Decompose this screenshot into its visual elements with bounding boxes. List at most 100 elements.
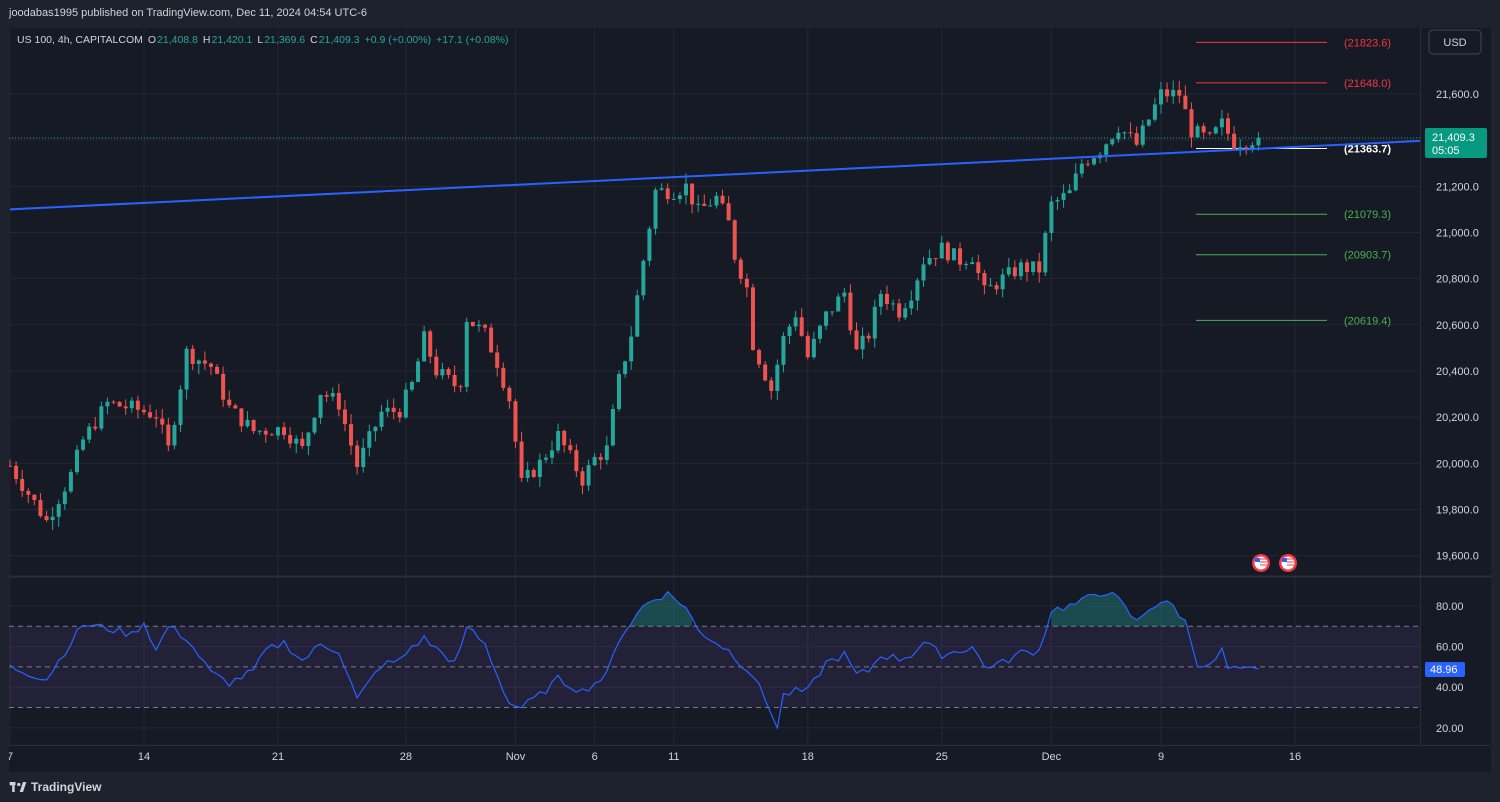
candle-body xyxy=(440,369,445,376)
candle-body xyxy=(897,303,902,318)
candle-body xyxy=(99,406,104,429)
publish-header: joodabas1995 published on TradingView.co… xyxy=(0,0,1500,28)
price-level-label: (20903.7) xyxy=(1344,250,1391,262)
rsi-tick-label: 60.00 xyxy=(1436,642,1464,654)
candle-body xyxy=(1092,158,1097,165)
candle-body xyxy=(811,338,816,358)
candle-body xyxy=(568,445,573,451)
candle-body xyxy=(958,248,963,265)
candle-body xyxy=(178,389,183,425)
candle-body xyxy=(1152,104,1157,120)
candle-body xyxy=(519,441,524,478)
rsi-tick-label: 80.00 xyxy=(1436,601,1464,613)
candle-body xyxy=(562,430,567,446)
y-tick-label: 20,800.0 xyxy=(1436,274,1479,286)
rsi-tick-label: 20.00 xyxy=(1436,723,1464,735)
candle-body xyxy=(775,364,780,391)
chart-canvas[interactable]: (21823.6) (21648.0) (21363.7) (21079.3) (209… xyxy=(7,28,1491,772)
candle-body xyxy=(964,264,969,266)
candle-body xyxy=(452,374,457,387)
candle-body xyxy=(269,434,274,436)
candle-body xyxy=(148,412,153,418)
candle-body xyxy=(763,364,768,381)
last-price-value: 21,409.3 xyxy=(1432,132,1475,144)
candle-body xyxy=(939,242,944,259)
candle-body xyxy=(1207,132,1212,134)
x-tick-label: 16 xyxy=(1289,751,1301,763)
candle-body xyxy=(355,445,360,468)
candle-body xyxy=(750,287,755,350)
candle-body xyxy=(927,258,932,265)
x-tick-label: 9 xyxy=(1158,751,1164,763)
candle-body xyxy=(945,242,950,261)
candle-body xyxy=(306,432,311,447)
candle-body xyxy=(1037,261,1042,273)
candle-body xyxy=(416,361,421,383)
candle-body xyxy=(111,401,116,403)
candle-body xyxy=(1012,267,1017,277)
candle-body xyxy=(154,417,159,419)
candle-body xyxy=(1104,144,1109,155)
candle-body xyxy=(324,394,329,397)
candle-body xyxy=(391,407,396,412)
candle-body xyxy=(428,331,433,357)
candle-body xyxy=(623,361,628,374)
y-tick-label: 20,000.0 xyxy=(1436,458,1479,470)
candle-body xyxy=(1061,193,1066,200)
candle-body xyxy=(586,465,591,486)
candle-body xyxy=(769,380,774,391)
y-tick-label: 21,200.0 xyxy=(1436,181,1479,193)
candle-body xyxy=(245,419,250,427)
x-tick-label: 21 xyxy=(272,751,284,763)
candle-body xyxy=(117,402,122,407)
x-tick-label: 28 xyxy=(400,751,412,763)
rsi-band xyxy=(9,625,1420,708)
currency-label: USD xyxy=(1443,37,1466,49)
legend-open: 21,408.8 xyxy=(157,34,198,46)
candle-body xyxy=(50,516,55,521)
candle-body xyxy=(1213,127,1218,134)
candle-body xyxy=(434,356,439,376)
rsi-value: 48.96 xyxy=(1430,664,1458,676)
candle-body xyxy=(403,389,408,418)
candle-body xyxy=(659,188,664,190)
candle-body xyxy=(793,317,798,327)
candle-body xyxy=(263,430,268,435)
candle-body xyxy=(854,330,859,350)
candle-body xyxy=(8,465,12,467)
legend-change: +0.9 (+0.00%) xyxy=(365,34,432,46)
y-tick-label: 21,000.0 xyxy=(1436,228,1479,240)
candle-body xyxy=(951,248,956,261)
candle-body xyxy=(732,220,737,260)
y-tick-label: 20,600.0 xyxy=(1436,320,1479,332)
candle-body xyxy=(275,427,280,436)
candle-body xyxy=(580,471,585,486)
candle-body xyxy=(1122,132,1127,134)
candle-body xyxy=(1232,133,1237,150)
candle-body xyxy=(1073,173,1078,191)
candle-body xyxy=(1159,89,1164,105)
candle-body xyxy=(604,445,609,460)
candle-body xyxy=(87,426,92,440)
candle-body xyxy=(543,457,548,460)
candle-body xyxy=(610,409,615,446)
candle-body xyxy=(349,424,354,446)
legend-extra: +17.1 (+0.08%) xyxy=(436,34,508,46)
tradingview-logo[interactable]: TradingView xyxy=(9,780,101,794)
candle-body xyxy=(20,479,25,491)
candle-body xyxy=(215,366,220,374)
candle-body xyxy=(190,348,195,364)
candle-body xyxy=(251,419,256,432)
candle-body xyxy=(1031,261,1036,272)
chart-area[interactable]: (21823.6) (21648.0) (21363.7) (21079.3) (209… xyxy=(7,28,1491,772)
x-tick-label: 6 xyxy=(592,751,598,763)
candle-body xyxy=(282,427,287,436)
candle-body xyxy=(14,465,19,480)
candle-body xyxy=(62,491,67,505)
candle-body xyxy=(1250,145,1255,149)
candle-body xyxy=(556,430,561,451)
candle-body xyxy=(172,424,177,446)
candle-body xyxy=(458,386,463,388)
candle-body xyxy=(1165,89,1170,97)
candle-body xyxy=(909,300,914,309)
